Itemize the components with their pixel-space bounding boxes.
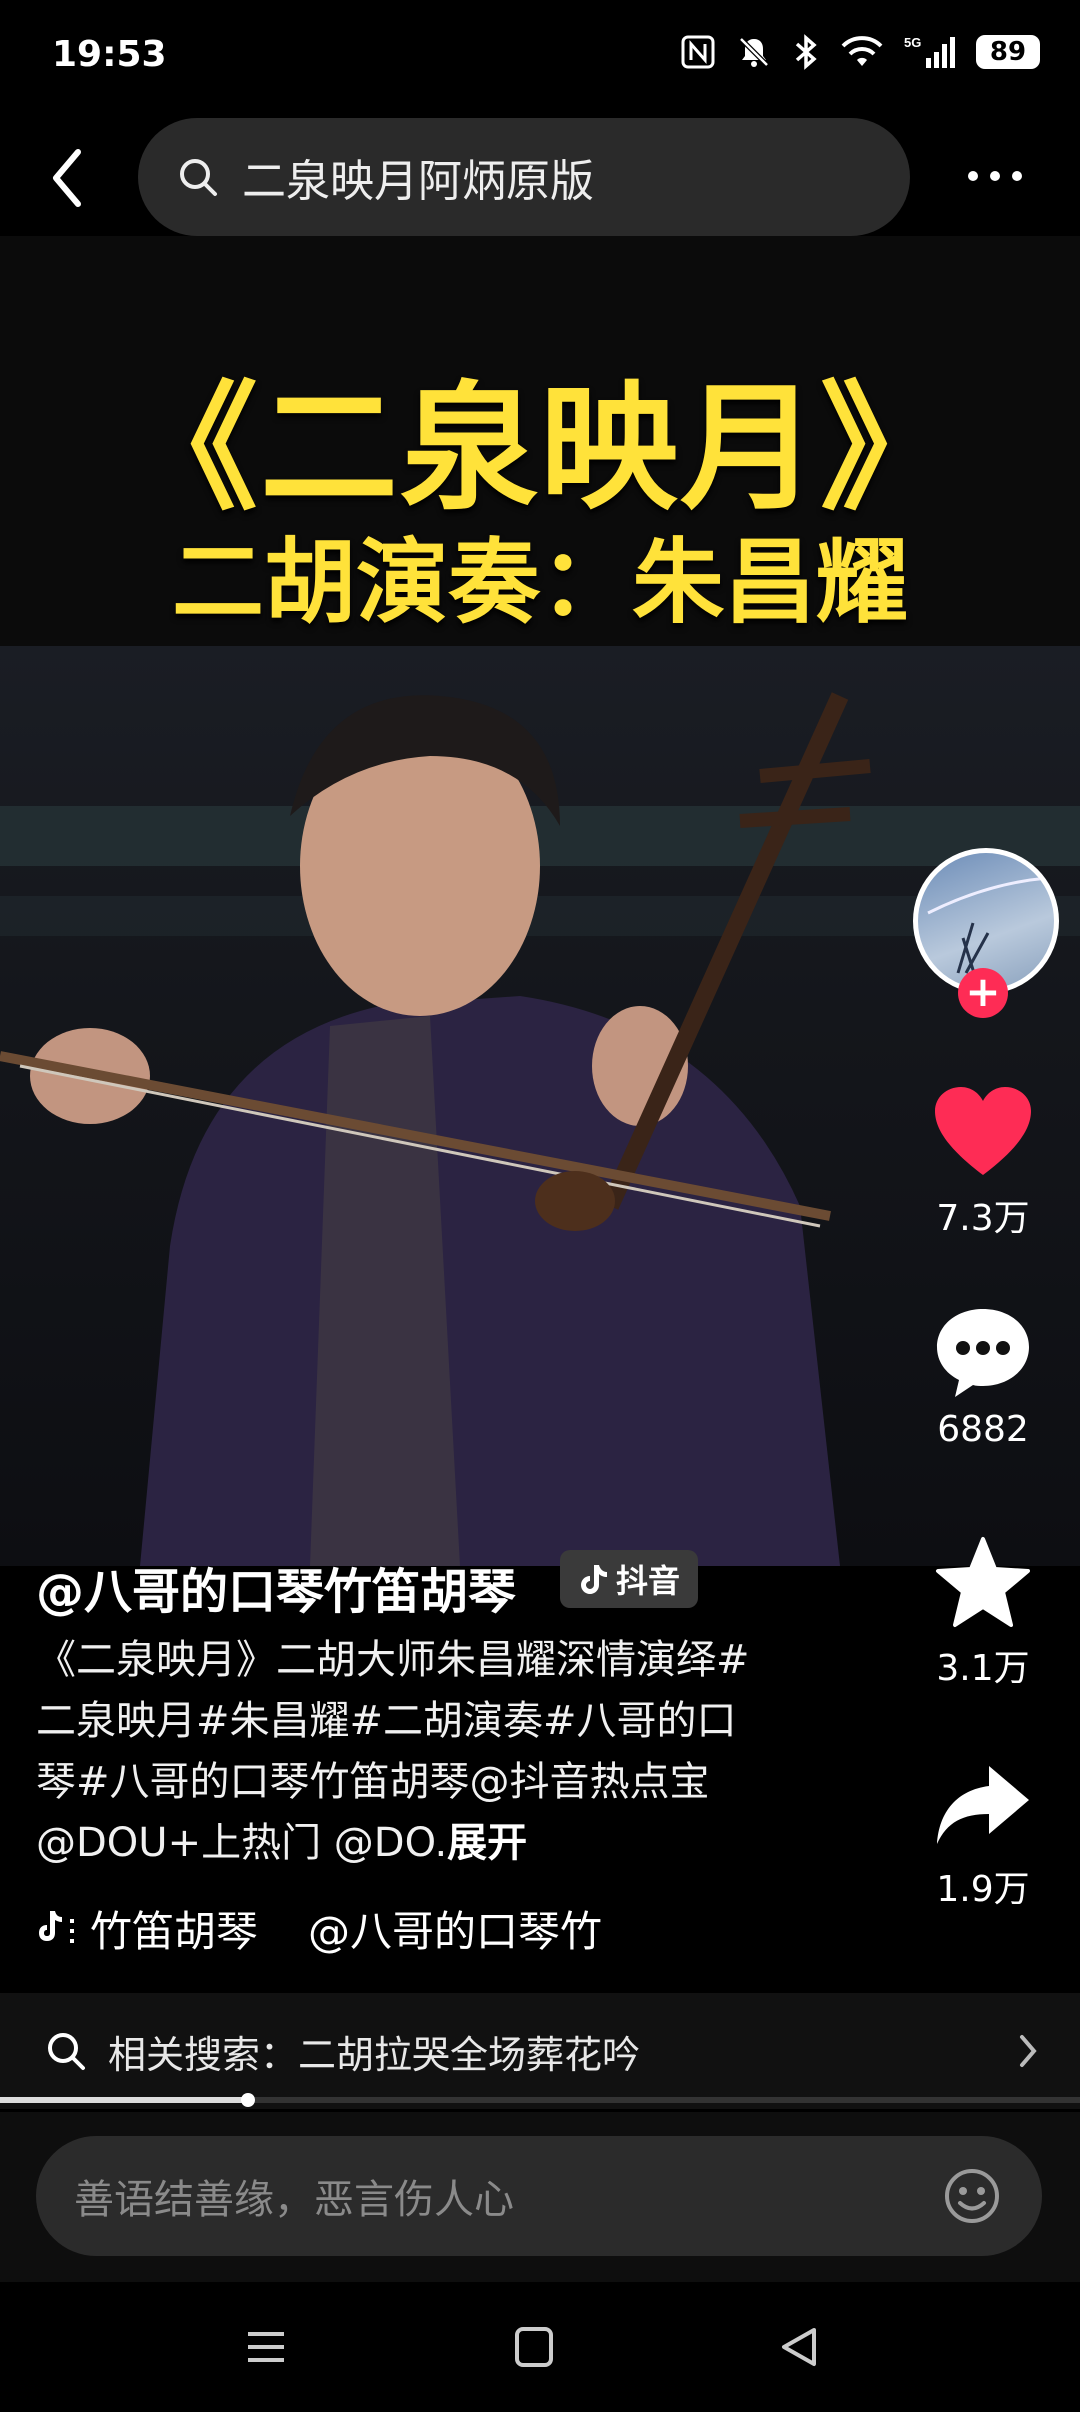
comment-input[interactable]: 善语结善缘，恶言伤人心 — [36, 2136, 1042, 2256]
video-title-overlay: 《二泉映月》 — [119, 368, 960, 529]
more-dot-icon — [1012, 171, 1022, 181]
nav-home-button[interactable] — [504, 2322, 564, 2372]
back-arrow-icon — [53, 149, 81, 207]
favorite-count: 3.1万 — [936, 1648, 1030, 1689]
like-count: 7.3万 — [936, 1198, 1030, 1239]
share-arrow-icon — [937, 1766, 1029, 1844]
douyin-logo-icon — [581, 1565, 607, 1594]
platform-tag[interactable]: 抖音 — [560, 1550, 699, 1608]
share-count: 1.9万 — [936, 1869, 1030, 1910]
video-progress-handle[interactable] — [241, 2093, 255, 2107]
emoji-icon[interactable] — [942, 2166, 1002, 2226]
description-text: 《二泉映月》二胡大师朱昌耀深情演绎#二泉映月#朱昌耀#二胡演奏#八哥的口琴#八哥… — [36, 1637, 750, 1866]
back-button[interactable] — [40, 138, 100, 218]
author-name[interactable]: @八哥的口琴竹笛胡琴 — [36, 1552, 516, 1622]
search-query: 二泉映月阿炳原版 — [242, 156, 594, 207]
nav-menu-button[interactable] — [236, 2322, 296, 2372]
like-button[interactable]: 7.3万 — [918, 1085, 1048, 1241]
platform-tag-label: 抖音 — [616, 1562, 681, 1600]
status-bar: 19:53 5G 89 — [0, 0, 1080, 95]
cellular-5g-icon: 5G — [904, 34, 956, 70]
more-options-button[interactable] — [955, 150, 1035, 202]
music-title: 竹笛胡琴 — [90, 1907, 259, 1956]
bluetooth-icon — [792, 34, 820, 70]
share-button[interactable]: 1.9万 — [918, 1760, 1048, 1912]
follow-plus-button[interactable]: + — [958, 968, 1008, 1018]
heart-icon — [935, 1087, 1031, 1175]
star-icon — [936, 1537, 1030, 1627]
comment-count: 6882 — [937, 1409, 1029, 1450]
svg-text:5G: 5G — [904, 35, 921, 50]
search-box[interactable]: 二泉映月阿炳原版 — [138, 118, 910, 236]
nfc-icon — [680, 34, 716, 70]
wifi-icon — [840, 34, 884, 70]
comment-button[interactable]: 6882 — [918, 1305, 1048, 1450]
nav-back-button[interactable] — [770, 2322, 830, 2372]
video-progress-fill — [0, 2097, 248, 2103]
comment-bubble-icon — [937, 1309, 1029, 1397]
related-search-label: 相关搜索：二胡拉哭全场葬花吟 — [108, 2032, 641, 2077]
status-icons: 5G 89 — [680, 30, 1040, 74]
more-dot-icon — [968, 171, 978, 181]
video-subtitle-overlay: 二胡演奏：朱昌耀 — [171, 529, 908, 636]
mute-bell-icon — [736, 34, 772, 70]
expand-link[interactable]: 展开 — [447, 1820, 527, 1866]
search-icon — [48, 2033, 85, 2070]
battery-indicator: 89 — [976, 35, 1040, 69]
status-time: 19:53 — [52, 34, 167, 75]
music-row[interactable]: 竹笛胡琴 @八哥的口琴竹 — [36, 1898, 602, 1959]
music-mention: @八哥的口琴竹 — [308, 1907, 603, 1956]
back-triangle-icon — [782, 2328, 816, 2366]
douyin-music-icon — [39, 1910, 74, 1943]
search-icon — [180, 159, 217, 196]
comment-placeholder: 善语结善缘，恶言伤人心 — [74, 2177, 514, 2223]
video-description[interactable]: 《二泉映月》二胡大师朱昌耀深情演绎#二泉映月#朱昌耀#二胡演奏#八哥的口琴#八哥… — [36, 1630, 776, 1874]
menu-lines-icon — [248, 2332, 284, 2362]
more-dot-icon — [990, 171, 1000, 181]
related-search-bar[interactable]: 相关搜索：二胡拉哭全场葬花吟 — [0, 1993, 1080, 2109]
favorite-button[interactable]: 3.1万 — [918, 1535, 1048, 1691]
chevron-right-icon — [1020, 2035, 1037, 2067]
home-square-icon — [515, 2327, 553, 2367]
